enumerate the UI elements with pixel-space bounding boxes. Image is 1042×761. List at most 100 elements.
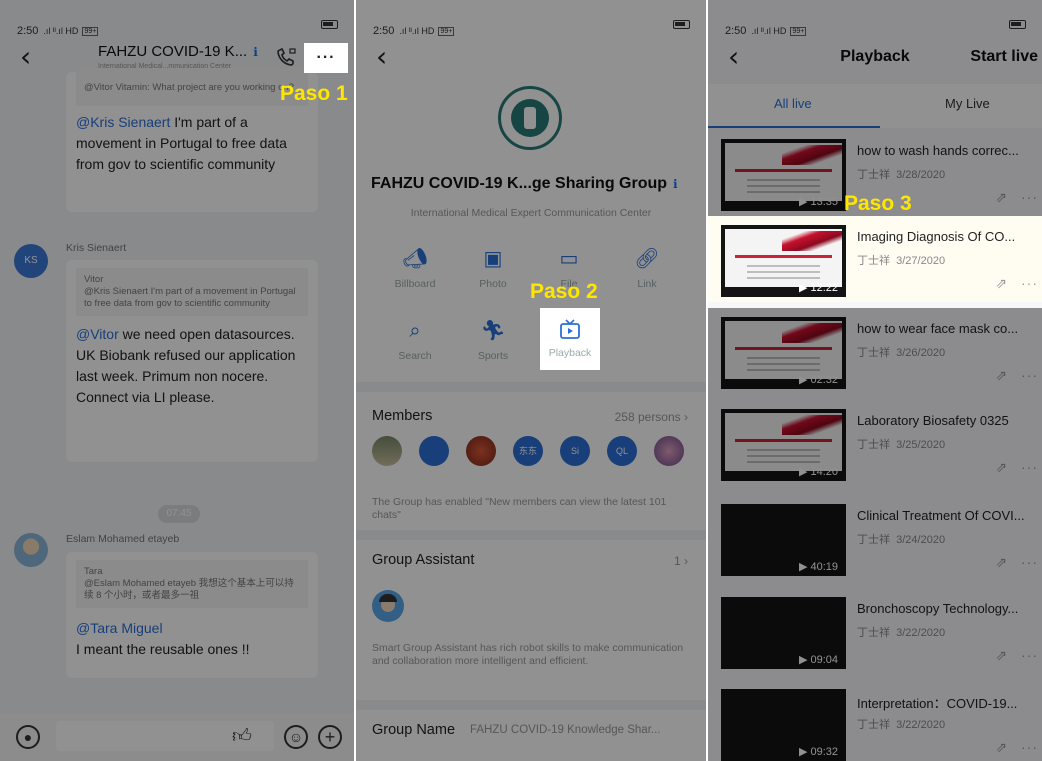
video-title: Laboratory Biosafety 0325 (857, 413, 1009, 428)
more-dots-icon[interactable]: ··· (1021, 459, 1038, 475)
emoji-icon[interactable]: ☺ (284, 725, 308, 749)
video-author: 丁士祥 (857, 255, 890, 267)
thumbs-up-icon[interactable]: 👍︎ (232, 725, 252, 748)
feature-label: Photo (479, 278, 507, 290)
share-icon[interactable]: ⇗ (995, 739, 1007, 755)
more-dots-icon[interactable]: ··· (1021, 275, 1038, 291)
plus-circle-icon[interactable]: + (318, 725, 342, 749)
assistant-count-text: 1 (673, 554, 681, 568)
member-avatar[interactable]: QL (607, 436, 637, 466)
more-dots-icon[interactable]: ··· (1021, 647, 1038, 663)
feature-playback-inner: Playback (539, 318, 601, 359)
slide-preview (725, 143, 842, 201)
mention-link[interactable]: @Vitor (76, 326, 119, 342)
member-avatar[interactable]: Si (560, 436, 590, 466)
status-bar: 2:50 .ıl ᴵᴵ.ıl HD 99+ (0, 0, 354, 44)
playback-item[interactable]: ▶ 09:04 Bronchoscopy Technology... 丁士祥 3/2… (708, 588, 1042, 674)
phone-video-icon[interactable] (276, 47, 298, 67)
playback-item[interactable]: ▶ 14:20 Laboratory Biosafety 0325 丁士祥 3/25… (708, 400, 1042, 486)
feature-billboard[interactable]: 📣︎ Billboard (384, 246, 446, 290)
playback-item[interactable]: ▶ 09:32 Interpretation：COVID-19... 丁士祥 3/2… (708, 680, 1042, 761)
video-title: Interpretation：COVID-19... (857, 696, 1018, 711)
quoted-message: @Vitor Vitamin: What project are you wor… (76, 68, 308, 106)
video-thumbnail[interactable]: ▶ 40:19 (721, 504, 846, 576)
tab-my-live[interactable]: My Live (945, 96, 990, 111)
video-thumbnail[interactable]: ▶ 13:35 (721, 139, 846, 211)
video-date: 3/27/2020 (896, 255, 946, 267)
mention-link[interactable]: @Kris Sienaert (76, 114, 170, 130)
video-meta: 丁士祥 3/26/2020 (857, 344, 945, 360)
video-thumbnail[interactable]: ▶ 09:04 (721, 597, 846, 669)
microphone-icon[interactable]: ● (16, 725, 40, 749)
start-live-button[interactable]: Start live (970, 48, 1038, 66)
member-avatar[interactable] (372, 436, 402, 466)
video-thumbnail[interactable]: ▶ 09:32 (721, 689, 846, 761)
chat-title[interactable]: FAHZU COVID-19 K... ℹ (98, 43, 268, 60)
video-date: 3/25/2020 (896, 439, 946, 451)
video-thumbnail[interactable]: ▶ 02:32 (721, 317, 846, 389)
playback-item[interactable]: ▶ 02:32 how to wear face mask co... 丁士祥 3/… (708, 308, 1042, 394)
more-dots-icon[interactable]: ··· (1021, 554, 1038, 570)
assistant-avatar[interactable] (372, 590, 404, 622)
share-icon[interactable]: ⇗ (995, 647, 1007, 663)
feature-playback[interactable]: Playback (540, 308, 600, 370)
status-bar: 2:50 .ıl ᴵᴵ.ıl HD 99+ (356, 0, 706, 44)
video-duration: ▶ 12:22 (798, 282, 838, 294)
more-options-button[interactable]: ··· (304, 43, 348, 73)
duration-text: 09:32 (810, 746, 838, 758)
share-icon[interactable]: ⇗ (995, 189, 1007, 205)
share-icon[interactable]: ⇗ (995, 367, 1007, 383)
more-dots-icon[interactable]: ··· (1021, 739, 1038, 755)
section-separator (356, 382, 706, 392)
member-avatar[interactable] (466, 436, 496, 466)
back-chevron-icon[interactable]: ‹ (20, 42, 31, 72)
members-count[interactable]: 258 persons › (615, 410, 688, 424)
member-avatar[interactable] (654, 436, 684, 466)
feature-link[interactable]: 🔗︎ Link (616, 246, 678, 290)
panel-divider (354, 0, 356, 761)
more-dots-icon[interactable]: ··· (1021, 189, 1038, 205)
feature-search[interactable]: ⌕ Search (384, 318, 446, 362)
member-avatar[interactable] (419, 436, 449, 466)
share-icon[interactable]: ⇗ (995, 275, 1007, 291)
playback-item[interactable]: ▶ 12:22 Imaging Diagnosis Of CO... 丁士祥 3/2… (708, 216, 1042, 302)
avatar[interactable]: KS (14, 244, 48, 278)
group-name-value[interactable]: FAHZU COVID-19 Knowledge Shar... (470, 724, 660, 736)
info-icon[interactable]: ℹ (253, 45, 258, 59)
video-author: 丁士祥 (857, 169, 890, 181)
feature-label: Link (637, 278, 657, 290)
group-logo (498, 86, 562, 150)
video-thumbnail[interactable]: ▶ 14:20 (721, 409, 846, 481)
feature-photo[interactable]: ▣ Photo (462, 246, 524, 290)
info-icon[interactable]: ℹ (673, 177, 678, 191)
playback-tv-icon (560, 319, 580, 339)
message-input-bar: ● 👍︎ ☺ + (0, 713, 354, 761)
quoted-author: Tara (84, 566, 103, 577)
quoted-message: Vitor @Kris Sienaert I'm part of a movem… (76, 268, 308, 316)
share-icon[interactable]: ⇗ (995, 459, 1007, 475)
back-chevron-icon[interactable]: ‹ (376, 42, 387, 72)
more-dots-icon[interactable]: ··· (1021, 367, 1038, 383)
video-actions: ⇗ ··· (995, 647, 1038, 664)
playback-item[interactable]: ▶ 40:19 Clinical Treatment Of COVI... 丁士祥 … (708, 495, 1042, 581)
video-date: 3/26/2020 (896, 347, 946, 359)
assistant-label: Group Assistant (372, 552, 475, 568)
feature-label: Search (398, 350, 432, 362)
share-icon[interactable]: ⇗ (995, 554, 1007, 570)
step-callout: Paso 2 (530, 280, 598, 303)
status-volte: 99+ (438, 26, 455, 36)
feature-sports[interactable]: 🏃︎ Sports (462, 318, 524, 362)
message-text: @Kris Sienaert I'm part of a movement in… (76, 112, 308, 175)
chevron-right-icon: › (684, 554, 688, 568)
link-icon: 🔗︎ (634, 248, 660, 270)
tab-all-live[interactable]: All live (774, 96, 812, 111)
member-avatar[interactable]: 东东 (513, 436, 543, 466)
mention-link[interactable]: @Tara Miguel (76, 618, 308, 639)
message-bubble: Vitor @Kris Sienaert I'm part of a movem… (66, 260, 318, 462)
assistant-count[interactable]: 1 › (674, 554, 688, 568)
avatar[interactable] (14, 533, 48, 567)
video-thumbnail[interactable]: ▶ 12:22 (721, 225, 846, 297)
playback-tabs: All live My Live (708, 84, 1042, 128)
video-duration: ▶ 02:32 (798, 374, 838, 386)
video-duration: ▶ 40:19 (798, 561, 838, 573)
